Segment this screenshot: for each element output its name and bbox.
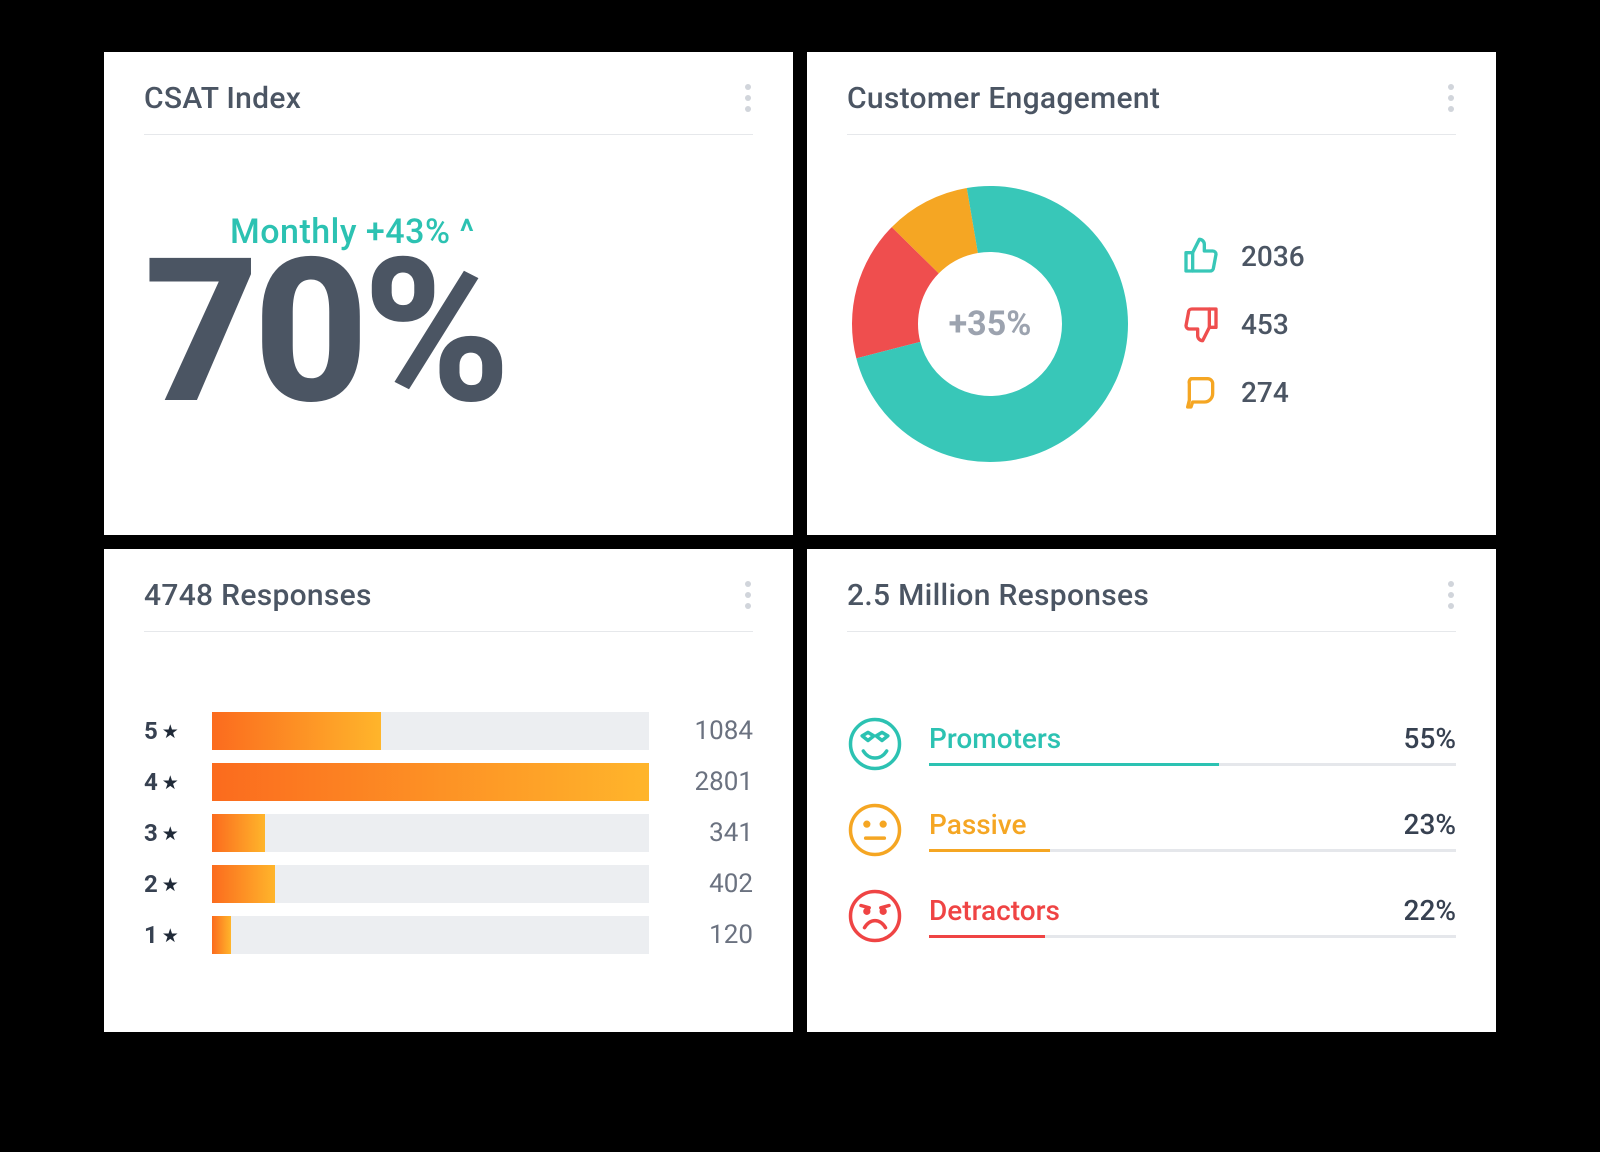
nps-main: Promoters 55% bbox=[929, 722, 1456, 766]
responses-row: 5★ 1084 bbox=[144, 712, 753, 750]
bar-track bbox=[212, 712, 649, 750]
bar-track bbox=[212, 865, 649, 903]
nps-bar bbox=[929, 935, 1045, 938]
star-count: 1 bbox=[144, 921, 158, 949]
responses-row: 2★ 402 bbox=[144, 865, 753, 903]
nps-bar bbox=[929, 763, 1219, 766]
legend-dislikes: 453 bbox=[1181, 304, 1305, 344]
nps-row-top: Passive 23% bbox=[929, 808, 1456, 841]
responses-row: 4★ 2801 bbox=[144, 763, 753, 801]
bar-fill bbox=[212, 763, 649, 801]
nps-card: 2.5 Million Responses Promoters 55% Passiv… bbox=[807, 549, 1496, 1032]
passive-face-icon bbox=[847, 802, 903, 858]
nps-row: Detractors 22% bbox=[847, 888, 1456, 944]
card-title: Customer Engagement bbox=[847, 81, 1160, 116]
bar-track bbox=[212, 814, 649, 852]
nps-row: Promoters 55% bbox=[847, 716, 1456, 772]
nps-pct: 23% bbox=[1404, 808, 1456, 841]
nps-main: Passive 23% bbox=[929, 808, 1456, 852]
legend-neutral: 274 bbox=[1181, 372, 1305, 412]
donut-center-label: +35% bbox=[847, 181, 1133, 467]
star-icon: ★ bbox=[162, 924, 179, 947]
nps-track bbox=[929, 849, 1456, 852]
bar-fill bbox=[212, 916, 231, 954]
engagement-legend: 2036 453 274 bbox=[1181, 236, 1305, 412]
csat-value: 70% bbox=[144, 234, 753, 430]
nps-body: Promoters 55% Passive 23% Detractors 22% bbox=[847, 632, 1456, 1004]
responses-card: 4748 Responses 5★10844★28013★3412★4021★1… bbox=[104, 549, 793, 1032]
star-count: 2 bbox=[144, 870, 158, 898]
legend-likes: 2036 bbox=[1181, 236, 1305, 276]
card-menu-button[interactable] bbox=[1446, 80, 1456, 116]
thumbs-up-icon bbox=[1181, 236, 1221, 276]
detractor-face-icon bbox=[847, 888, 903, 944]
card-title: CSAT Index bbox=[144, 81, 301, 116]
bar-track bbox=[212, 763, 649, 801]
responses-row-label: 1★ bbox=[144, 921, 198, 949]
responses-row: 1★ 120 bbox=[144, 916, 753, 954]
bar-fill bbox=[212, 712, 381, 750]
mitt-icon bbox=[1181, 372, 1221, 412]
nps-row-top: Detractors 22% bbox=[929, 894, 1456, 927]
responses-row-count: 341 bbox=[663, 818, 753, 848]
nps-pct: 22% bbox=[1404, 894, 1456, 927]
csat-body: Monthly +43% ^ 70% bbox=[144, 135, 753, 507]
card-header: CSAT Index bbox=[144, 80, 753, 135]
promoter-face-icon bbox=[847, 716, 903, 772]
star-count: 3 bbox=[144, 819, 158, 847]
star-icon: ★ bbox=[162, 771, 179, 794]
card-header: 2.5 Million Responses bbox=[847, 577, 1456, 632]
responses-row-count: 1084 bbox=[663, 716, 753, 746]
nps-row-top: Promoters 55% bbox=[929, 722, 1456, 755]
star-count: 5 bbox=[144, 717, 158, 745]
responses-row-count: 120 bbox=[663, 920, 753, 950]
engagement-card: Customer Engagement +35% 2036 bbox=[807, 52, 1496, 535]
responses-row-label: 2★ bbox=[144, 870, 198, 898]
nps-pct: 55% bbox=[1404, 722, 1456, 755]
bar-fill bbox=[212, 814, 265, 852]
responses-row-count: 402 bbox=[663, 869, 753, 899]
card-header: 4748 Responses bbox=[144, 577, 753, 632]
star-count: 4 bbox=[144, 768, 158, 796]
legend-value: 2036 bbox=[1241, 240, 1305, 273]
star-icon: ★ bbox=[162, 720, 179, 743]
bar-fill bbox=[212, 865, 275, 903]
nps-row: Passive 23% bbox=[847, 802, 1456, 858]
thumbs-down-icon bbox=[1181, 304, 1221, 344]
nps-name: Promoters bbox=[929, 722, 1061, 755]
csat-card: CSAT Index Monthly +43% ^ 70% bbox=[104, 52, 793, 535]
card-menu-button[interactable] bbox=[743, 577, 753, 613]
star-icon: ★ bbox=[162, 873, 179, 896]
nps-main: Detractors 22% bbox=[929, 894, 1456, 938]
engagement-donut: +35% bbox=[847, 181, 1133, 467]
card-menu-button[interactable] bbox=[743, 80, 753, 116]
responses-row-label: 5★ bbox=[144, 717, 198, 745]
responses-row: 3★ 341 bbox=[144, 814, 753, 852]
legend-value: 453 bbox=[1241, 308, 1289, 341]
nps-name: Passive bbox=[929, 808, 1026, 841]
bar-track bbox=[212, 916, 649, 954]
nps-bar bbox=[929, 849, 1050, 852]
card-title: 4748 Responses bbox=[144, 578, 372, 613]
responses-row-count: 2801 bbox=[663, 767, 753, 797]
responses-body: 5★10844★28013★3412★4021★120 bbox=[144, 632, 753, 1004]
responses-row-label: 3★ bbox=[144, 819, 198, 847]
legend-value: 274 bbox=[1241, 376, 1289, 409]
star-icon: ★ bbox=[162, 822, 179, 845]
card-title: 2.5 Million Responses bbox=[847, 578, 1149, 613]
engagement-body: +35% 2036 453 bbox=[847, 135, 1456, 507]
dashboard-grid: CSAT Index Monthly +43% ^ 70% Customer E… bbox=[104, 52, 1496, 1032]
card-header: Customer Engagement bbox=[847, 80, 1456, 135]
card-menu-button[interactable] bbox=[1446, 577, 1456, 613]
nps-track bbox=[929, 763, 1456, 766]
nps-name: Detractors bbox=[929, 894, 1060, 927]
responses-row-label: 4★ bbox=[144, 768, 198, 796]
nps-track bbox=[929, 935, 1456, 938]
